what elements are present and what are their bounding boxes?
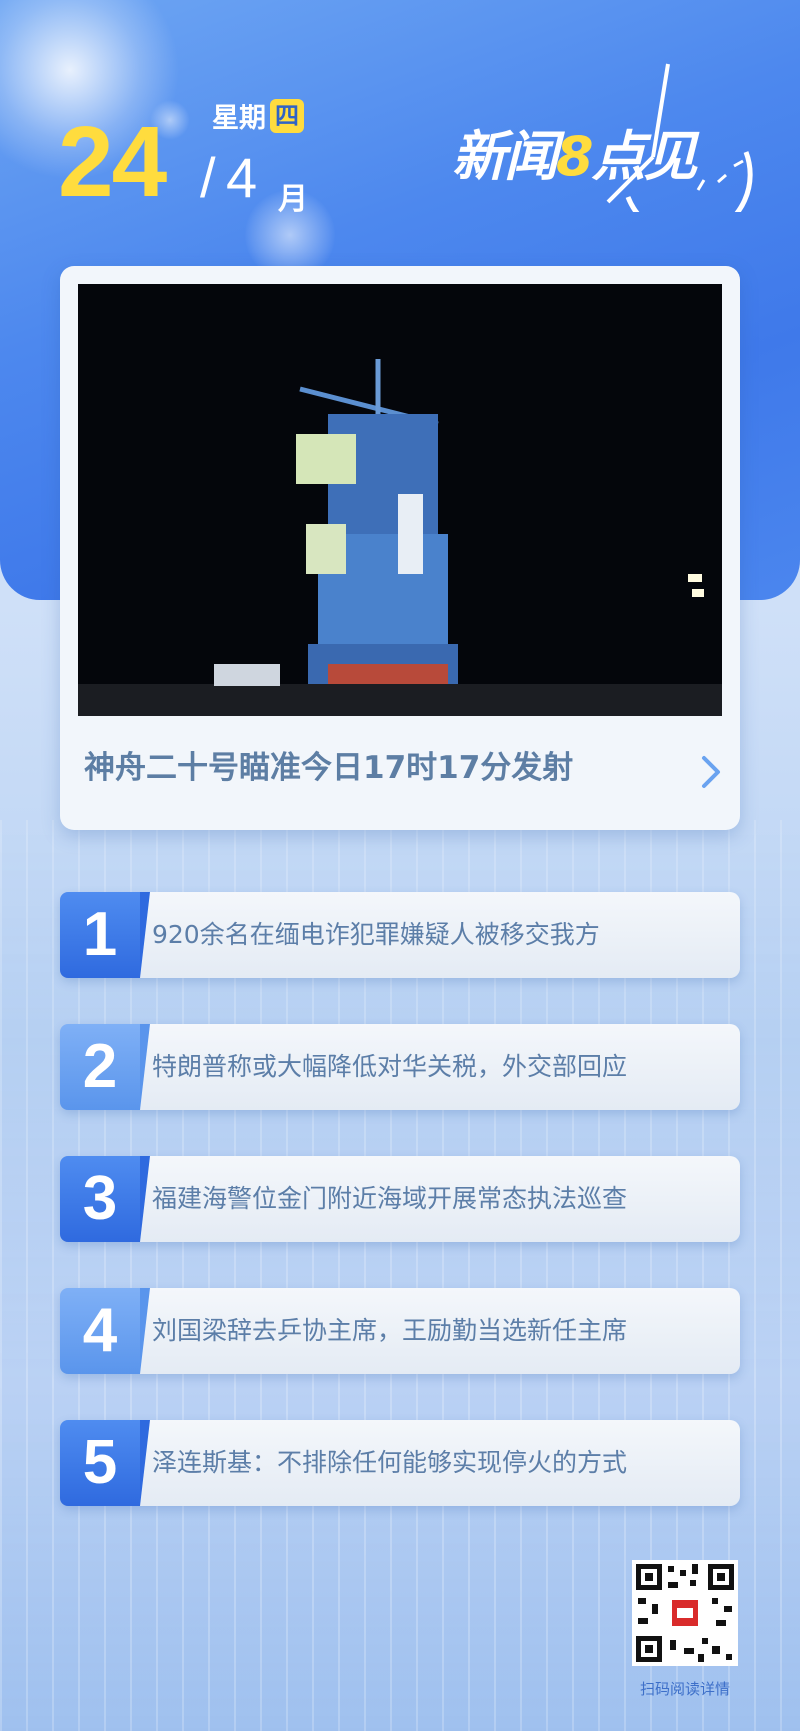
headline-card[interactable]: 神舟二十号瞄准今日17时17分发射 <box>60 266 740 830</box>
launch-tower-image <box>78 284 722 716</box>
weekday-badge: 四 <box>270 98 304 133</box>
date-month-unit: 月 <box>278 182 308 217</box>
chevron-right-icon[interactable] <box>696 752 724 792</box>
logo-number: 8 <box>556 125 594 188</box>
qr-label: 扫码阅读详情 <box>639 1680 730 1698</box>
news-number: 2 <box>60 1024 150 1110</box>
news-item[interactable]: 1 920余名在缅电诈犯罪嫌疑人被移交我方 <box>60 892 740 978</box>
news-item[interactable]: 3 福建海警位金门附近海域开展常态执法巡查 <box>60 1156 740 1242</box>
qr-code-graphic <box>632 1560 738 1666</box>
news-text[interactable]: 特朗普称或大幅降低对华关税，外交部回应 <box>152 1024 627 1110</box>
date-day: 24 <box>58 106 167 218</box>
news-number: 5 <box>60 1420 150 1506</box>
weekday: 星期 四 <box>212 96 304 135</box>
date-separator: / <box>200 146 216 209</box>
news-text[interactable]: 刘国梁辞去乒协主席，王励勤当选新任主席 <box>152 1288 627 1374</box>
news-number: 3 <box>60 1156 150 1242</box>
news-item[interactable]: 2 特朗普称或大幅降低对华关税，外交部回应 <box>60 1024 740 1110</box>
logo-text-after: 点见 <box>591 125 698 188</box>
headline-title[interactable]: 神舟二十号瞄准今日17时17分发射 <box>84 742 674 787</box>
news-text[interactable]: 920余名在缅电诈犯罪嫌疑人被移交我方 <box>152 892 600 978</box>
qr-code-icon[interactable] <box>632 1560 738 1666</box>
news-item[interactable]: 5 泽连斯基：不排除任何能够实现停火的方式 <box>60 1420 740 1506</box>
date-month: 4 <box>226 146 258 209</box>
news-number: 1 <box>60 892 150 978</box>
logo-text-before: 新闻 <box>452 125 558 188</box>
brand-logo: 新闻8点见 <box>448 62 768 212</box>
news-text[interactable]: 泽连斯基：不排除任何能够实现停火的方式 <box>152 1420 627 1506</box>
headline-photo <box>78 284 722 716</box>
weekday-prefix: 星期 <box>212 103 266 134</box>
news-text[interactable]: 福建海警位金门附近海域开展常态执法巡查 <box>152 1156 627 1242</box>
news-item[interactable]: 4 刘国梁辞去乒协主席，王励勤当选新任主席 <box>60 1288 740 1374</box>
news-number: 4 <box>60 1288 150 1374</box>
logo-text: 新闻8点见 <box>452 112 698 191</box>
